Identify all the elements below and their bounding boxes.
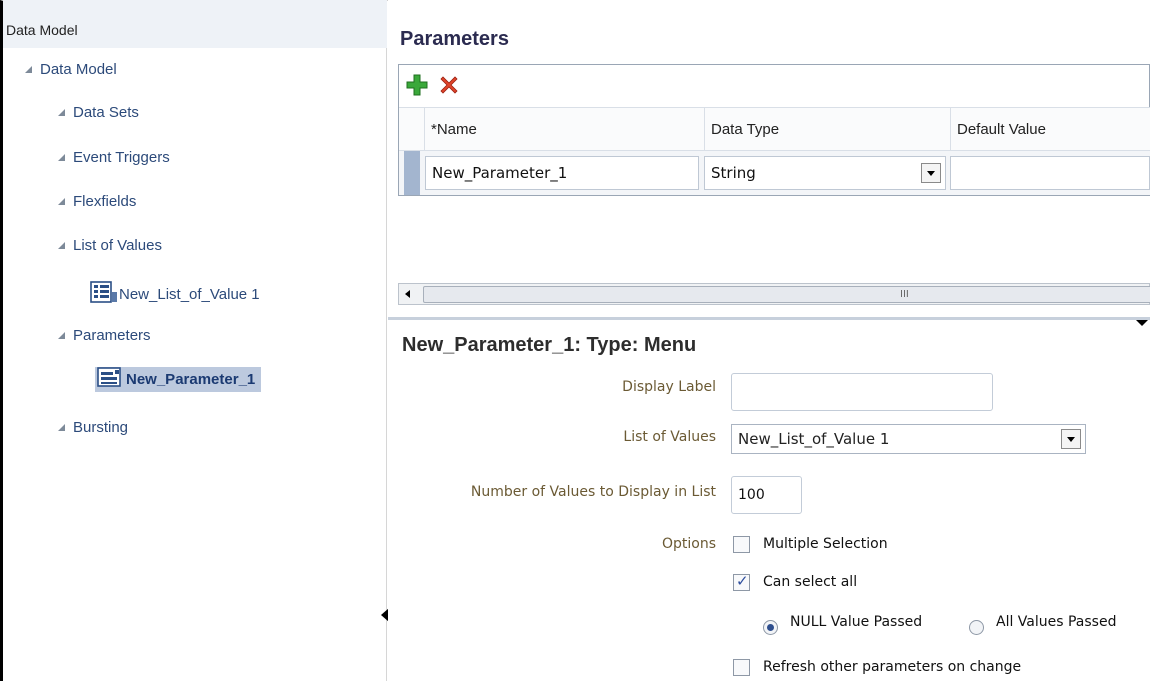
can-select-all-label: Can select all [763, 574, 858, 590]
tree-node-label: Flexfields [73, 193, 137, 210]
expand-triangle-icon[interactable] [58, 332, 65, 339]
tree-node-label: Data Sets [73, 104, 139, 121]
tree-node-new-parameter-1[interactable]: New_Parameter_1 [95, 366, 262, 392]
options-label: Options [661, 536, 716, 552]
tree-node-label: Data Model [40, 61, 117, 78]
refresh-other-parameters-checkbox[interactable] [733, 659, 750, 676]
all-values-passed-label: All Values Passed [996, 614, 1117, 630]
parameters-toolbar [399, 65, 1150, 107]
scroll-left-arrow-icon[interactable] [405, 290, 410, 298]
tree-node-data-sets[interactable]: Data Sets [58, 104, 139, 121]
parameter-detail-title: New_Parameter_1: Type: Menu [402, 334, 697, 356]
tree-node-new-list-of-value-1[interactable]: New_List_of_Value 1 [90, 281, 260, 303]
expand-triangle-icon[interactable] [58, 198, 65, 205]
display-label-field[interactable] [731, 373, 993, 411]
tree-panel-header: Data Model [3, 0, 387, 48]
list-of-values-icon [90, 281, 117, 303]
tree-node-label: New_List_of_Value 1 [119, 286, 260, 303]
tree-node-data-model[interactable]: Data Model [25, 61, 117, 78]
column-header-name[interactable]: *Name [425, 108, 705, 152]
list-of-values-label: List of Values [623, 429, 716, 445]
expand-triangle-icon[interactable] [58, 154, 65, 161]
refresh-other-parameters-label: Refresh other parameters on change [763, 659, 1022, 675]
expand-triangle-icon[interactable] [58, 242, 65, 249]
data-type-select[interactable]: String [704, 156, 946, 190]
selected-tree-node[interactable]: New_Parameter_1 [95, 367, 262, 392]
multiple-selection-checkbox[interactable] [733, 536, 750, 553]
delete-icon[interactable] [437, 73, 461, 97]
chevron-down-icon[interactable] [1061, 429, 1081, 449]
expand-triangle-icon[interactable] [58, 424, 65, 431]
display-label-label: Display Label [622, 379, 716, 395]
can-select-all-checkbox[interactable] [733, 572, 750, 591]
chevron-down-icon[interactable] [921, 163, 941, 183]
data-model-tree-panel: Data Model Data Model Data Sets Event Tr… [3, 0, 389, 681]
collapse-arrow-icon[interactable] [1136, 320, 1148, 326]
parameters-grid-header: *Name Data Type Default Value [399, 107, 1150, 152]
list-of-values-value: New_List_of_Value 1 [738, 430, 890, 448]
null-value-passed-label: NULL Value Passed [790, 614, 923, 630]
parameters-section-title: Parameters [400, 28, 509, 50]
tree-node-label: List of Values [73, 237, 162, 254]
num-values-field[interactable]: 100 [731, 476, 802, 514]
tree-node-label: New_Parameter_1 [126, 371, 256, 388]
panel-divider[interactable] [388, 317, 1150, 320]
scrollbar-grip: III [900, 289, 909, 300]
tree-node-flexfields[interactable]: Flexfields [58, 193, 136, 210]
tree-node-label: Event Triggers [73, 149, 170, 166]
tree-node-bursting[interactable]: Bursting [58, 419, 128, 436]
tree-node-list-of-values[interactable]: List of Values [58, 237, 162, 254]
tree-node-label: Parameters [73, 327, 151, 344]
add-icon[interactable] [405, 73, 429, 97]
expand-triangle-icon[interactable] [58, 109, 65, 116]
null-value-passed-radio[interactable] [763, 620, 778, 635]
tree-node-label: Bursting [73, 419, 129, 436]
table-row[interactable]: New_Parameter_1 String [399, 151, 1150, 195]
default-value-field[interactable] [950, 156, 1150, 190]
data-type-value: String [711, 164, 756, 182]
column-header-data-type[interactable]: Data Type [705, 108, 951, 152]
parameters-editor-panel: Parameters *Name Data Type Default Value… [388, 0, 1150, 681]
all-values-passed-radio[interactable] [969, 620, 984, 635]
scrollbar-thumb[interactable]: III [423, 286, 1150, 303]
list-of-values-select[interactable]: New_List_of_Value 1 [731, 424, 1086, 454]
parameter-name-field[interactable]: New_Parameter_1 [425, 156, 699, 190]
tree-node-event-triggers[interactable]: Event Triggers [58, 149, 170, 166]
tree-panel-title: Data Model [6, 22, 78, 38]
multiple-selection-label: Multiple Selection [763, 536, 888, 552]
expand-triangle-icon[interactable] [25, 66, 32, 73]
horizontal-scrollbar[interactable]: III [398, 283, 1150, 305]
row-selector-header [399, 108, 425, 152]
tree-node-parameters[interactable]: Parameters [58, 327, 151, 344]
parameter-icon [97, 367, 121, 387]
row-selector[interactable] [404, 151, 420, 195]
parameters-table: *Name Data Type Default Value New_Parame… [398, 64, 1150, 196]
column-header-default-value[interactable]: Default Value [951, 108, 1150, 152]
num-values-label: Number of Values to Display in List [470, 484, 716, 500]
